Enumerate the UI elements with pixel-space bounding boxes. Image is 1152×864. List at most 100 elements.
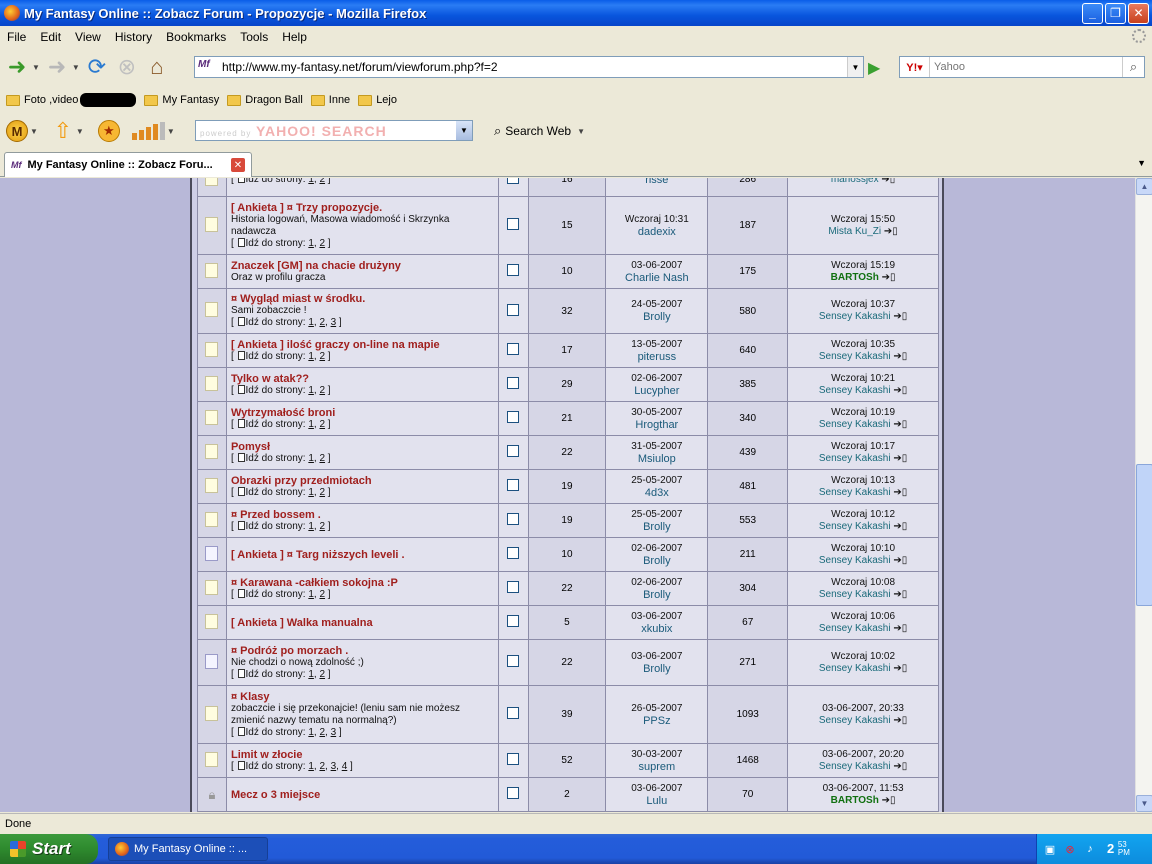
page-link[interactable]: 1 bbox=[308, 589, 314, 600]
page-link[interactable]: 2 bbox=[319, 419, 325, 430]
topic-title-link[interactable]: ¤ Karawana -całkiem sokojna :P bbox=[231, 577, 494, 589]
page-link[interactable]: 2 bbox=[319, 385, 325, 396]
topic-author-link[interactable]: 4d3x bbox=[606, 487, 707, 499]
topic-checkbox[interactable] bbox=[507, 178, 520, 184]
page-link[interactable]: 1 bbox=[308, 385, 314, 396]
bookmark-foto-video[interactable]: Foto ,video bbox=[6, 93, 137, 107]
page-link[interactable]: 1 bbox=[308, 727, 314, 738]
menu-file[interactable]: File bbox=[0, 30, 33, 44]
topic-author-link[interactable]: Brolly bbox=[606, 589, 707, 601]
go-to-last-post-icon[interactable]: ➔▯ bbox=[884, 226, 898, 237]
yahoo-bars-dropdown-icon[interactable]: ▼ bbox=[167, 127, 175, 136]
page-link[interactable]: 2 bbox=[319, 761, 325, 772]
page-link[interactable]: 1 bbox=[308, 351, 314, 362]
menu-view[interactable]: View bbox=[68, 30, 108, 44]
topic-title-link[interactable]: ¤ Podróż po morzach . bbox=[231, 645, 494, 657]
search-web-button[interactable]: ⌕ Search Web ▼ bbox=[494, 123, 585, 139]
go-to-last-post-icon[interactable]: ➔▯ bbox=[893, 487, 907, 498]
last-post-user-link[interactable]: Sensey Kakashi bbox=[819, 453, 891, 464]
page-link[interactable]: 1 bbox=[308, 521, 314, 532]
start-button[interactable]: Start bbox=[0, 834, 98, 864]
last-post-user-link[interactable]: Sensey Kakashi bbox=[819, 419, 891, 430]
page-link[interactable]: 2 bbox=[319, 521, 325, 532]
topic-author-link[interactable]: dadexix bbox=[606, 226, 707, 238]
reload-icon[interactable]: ⟳ bbox=[84, 54, 110, 80]
search-engine-icon[interactable]: Y!▾ bbox=[900, 57, 930, 77]
topic-checkbox[interactable] bbox=[507, 479, 520, 491]
last-post-user-link[interactable]: Sensey Kakashi bbox=[819, 623, 891, 634]
go-to-last-post-icon[interactable]: ➔▯ bbox=[893, 715, 907, 726]
page-link[interactable]: 2 bbox=[319, 727, 325, 738]
bookmark-my-fantasy[interactable]: My Fantasy bbox=[144, 94, 219, 106]
page-link[interactable]: 2 bbox=[319, 589, 325, 600]
page-link[interactable]: 2 bbox=[319, 178, 325, 185]
topic-title-link[interactable]: ¤ Przed bossem . bbox=[231, 509, 494, 521]
search-bar[interactable]: Y!▾ ⌕ bbox=[899, 56, 1145, 78]
page-link[interactable]: 1 bbox=[308, 317, 314, 328]
go-to-last-post-icon[interactable]: ➔▯ bbox=[893, 761, 907, 772]
last-post-user-link[interactable]: mariossjex bbox=[831, 178, 879, 185]
url-bar[interactable]: Mf http://www.my-fantasy.net/forum/viewf… bbox=[194, 56, 864, 78]
yahoo-search-box[interactable]: powered by YAHOO! SEARCH ▼ bbox=[195, 120, 473, 141]
topic-author-link[interactable]: Brolly bbox=[606, 555, 707, 567]
go-to-last-post-icon[interactable]: ➔▯ bbox=[893, 385, 907, 396]
go-to-last-post-icon[interactable]: ➔▯ bbox=[882, 272, 896, 283]
topic-author-link[interactable]: suprem bbox=[606, 761, 707, 773]
yahoo-arrow-dropdown-icon[interactable]: ▼ bbox=[76, 127, 84, 136]
search-web-dropdown-icon[interactable]: ▼ bbox=[577, 127, 585, 136]
scrollbar-thumb[interactable] bbox=[1136, 464, 1152, 606]
search-input[interactable] bbox=[930, 61, 1122, 73]
yahoo-bars-icon[interactable] bbox=[131, 122, 165, 140]
page-link[interactable]: 2 bbox=[319, 351, 325, 362]
topic-title-link[interactable]: Pomysł bbox=[231, 441, 494, 453]
topic-title-link[interactable]: [ Ankieta ] ¤ Trzy propozycje. bbox=[231, 202, 494, 214]
last-post-user-link[interactable]: Sensey Kakashi bbox=[819, 589, 891, 600]
forward-icon[interactable]: ➜ bbox=[44, 54, 70, 80]
topic-author-link[interactable]: Brolly bbox=[606, 521, 707, 533]
topic-author-link[interactable]: Brolly bbox=[606, 663, 707, 675]
topic-title-link[interactable]: ¤ Klasy bbox=[231, 691, 494, 703]
yahoo-up-arrow-icon[interactable]: ⇧ bbox=[52, 118, 74, 143]
topic-checkbox[interactable] bbox=[507, 303, 520, 316]
menu-edit[interactable]: Edit bbox=[33, 30, 68, 44]
page-link[interactable]: 3 bbox=[331, 761, 337, 772]
topic-author-link[interactable]: Brolly bbox=[606, 311, 707, 323]
home-icon[interactable]: ⌂ bbox=[144, 54, 170, 80]
page-link[interactable]: 4 bbox=[342, 761, 348, 772]
go-to-last-post-icon[interactable]: ➔▯ bbox=[882, 795, 896, 806]
topic-title-link[interactable]: Mecz o 3 miejsce bbox=[231, 789, 494, 801]
topic-checkbox[interactable] bbox=[507, 343, 520, 355]
last-post-user-link[interactable]: Sensey Kakashi bbox=[819, 555, 891, 566]
page-link[interactable]: 2 bbox=[319, 453, 325, 464]
last-post-user-link[interactable]: BARTOSh bbox=[831, 795, 879, 806]
last-post-user-link[interactable]: Sensey Kakashi bbox=[819, 663, 891, 674]
yahoo-search-placeholder[interactable]: powered by YAHOO! SEARCH bbox=[196, 123, 456, 139]
topic-author-link[interactable]: piteruss bbox=[606, 351, 707, 363]
go-to-last-post-icon[interactable]: ➔▯ bbox=[893, 521, 907, 532]
topic-checkbox[interactable] bbox=[507, 655, 520, 667]
security-alert-icon[interactable]: ⊗ bbox=[1063, 842, 1077, 856]
topic-author-link[interactable]: Hrogthar bbox=[606, 419, 707, 431]
page-link[interactable]: 1 bbox=[308, 669, 314, 680]
topic-title-link[interactable]: Tylko w atak?? bbox=[231, 373, 494, 385]
go-to-last-post-icon[interactable]: ➔▯ bbox=[893, 351, 907, 362]
page-link[interactable]: 2 bbox=[319, 317, 325, 328]
yahoo-menu-dropdown-icon[interactable]: ▼ bbox=[30, 127, 38, 136]
menu-tools[interactable]: Tools bbox=[233, 30, 275, 44]
url-text[interactable]: http://www.my-fantasy.net/forum/viewforu… bbox=[222, 60, 847, 74]
topic-title-link[interactable]: Limit w złocie bbox=[231, 749, 494, 761]
go-to-last-post-icon[interactable]: ➔▯ bbox=[893, 623, 907, 634]
menu-help[interactable]: Help bbox=[275, 30, 314, 44]
tab-list-dropdown-icon[interactable]: ▼ bbox=[1137, 158, 1146, 168]
go-to-last-post-icon[interactable]: ➔▯ bbox=[893, 555, 907, 566]
topic-checkbox[interactable] bbox=[507, 264, 520, 276]
last-post-user-link[interactable]: Sensey Kakashi bbox=[819, 521, 891, 532]
last-post-user-link[interactable]: Mista Ku_Zi bbox=[828, 226, 881, 237]
page-link[interactable]: 1 bbox=[308, 487, 314, 498]
topic-checkbox[interactable] bbox=[507, 615, 520, 627]
topic-title-link[interactable]: Obrazki przy przedmiotach bbox=[231, 475, 494, 487]
network-icon[interactable]: ▣ bbox=[1043, 842, 1057, 856]
taskbar-item-firefox[interactable]: My Fantasy Online :: ... bbox=[108, 837, 268, 861]
page-link[interactable]: 1 bbox=[308, 761, 314, 772]
topic-checkbox[interactable] bbox=[507, 513, 520, 525]
